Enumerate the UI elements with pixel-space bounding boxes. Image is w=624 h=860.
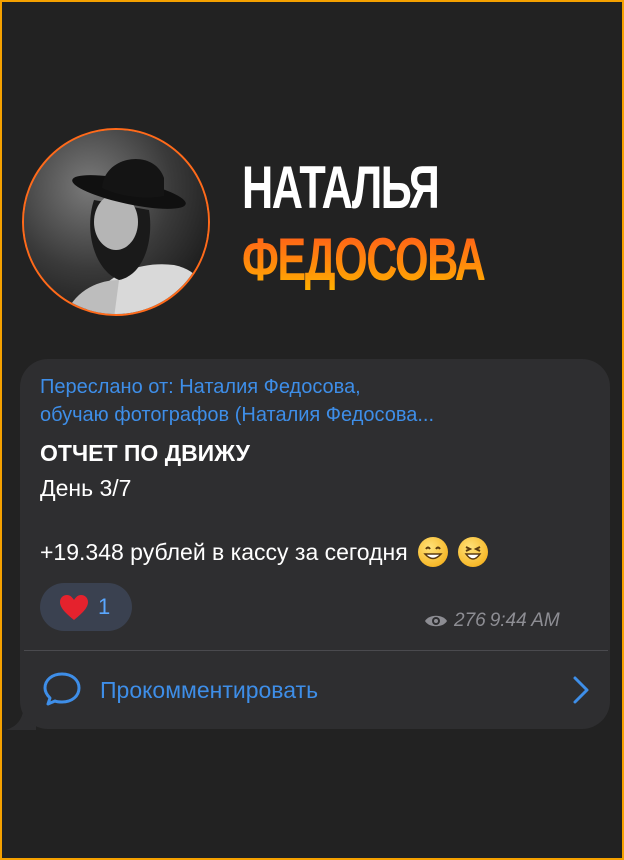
laughing-face-emoji [458, 536, 489, 567]
author-last-name: ФЕДОСОВА [242, 226, 486, 293]
message-meta: 276 9:44 AM [424, 608, 560, 634]
summary-text: +19.348 рублей в кассу за сегодня [40, 539, 408, 565]
avatar-portrait [24, 130, 208, 314]
forwarded-line: Переслано от: Наталия Федосова, [40, 376, 361, 398]
message-title: ОТЧЕТ ПО ДВИЖУ [40, 440, 250, 466]
message-day: День 3/7 [40, 475, 132, 501]
message-summary: +19.348 рублей в кассу за сегодня [40, 536, 489, 569]
post-card: НАТАЛЬЯ ФЕДОСОВА Переслано от: Наталия Ф… [0, 0, 624, 860]
author-first-name: НАТАЛЬЯ [242, 154, 440, 221]
reaction-count: 1 [98, 594, 111, 619]
divider [24, 650, 608, 651]
chevron-right-icon[interactable] [570, 675, 592, 705]
grinning-face-emoji [418, 536, 449, 567]
forwarded-line: обучаю фотографов (Наталия Федосова... [40, 404, 435, 426]
reaction-button[interactable] [40, 583, 132, 631]
heart-icon [60, 595, 88, 620]
forwarded-from[interactable]: Переслано от: Наталия Федосова, обучаю ф… [40, 373, 560, 429]
view-count: 276 [454, 610, 486, 631]
comment-bubble-icon[interactable] [42, 671, 82, 707]
eye-icon [425, 615, 447, 627]
avatar [22, 128, 210, 316]
comment-button[interactable]: Прокомментировать [100, 675, 318, 705]
message-time: 9:44 AM [489, 610, 560, 631]
